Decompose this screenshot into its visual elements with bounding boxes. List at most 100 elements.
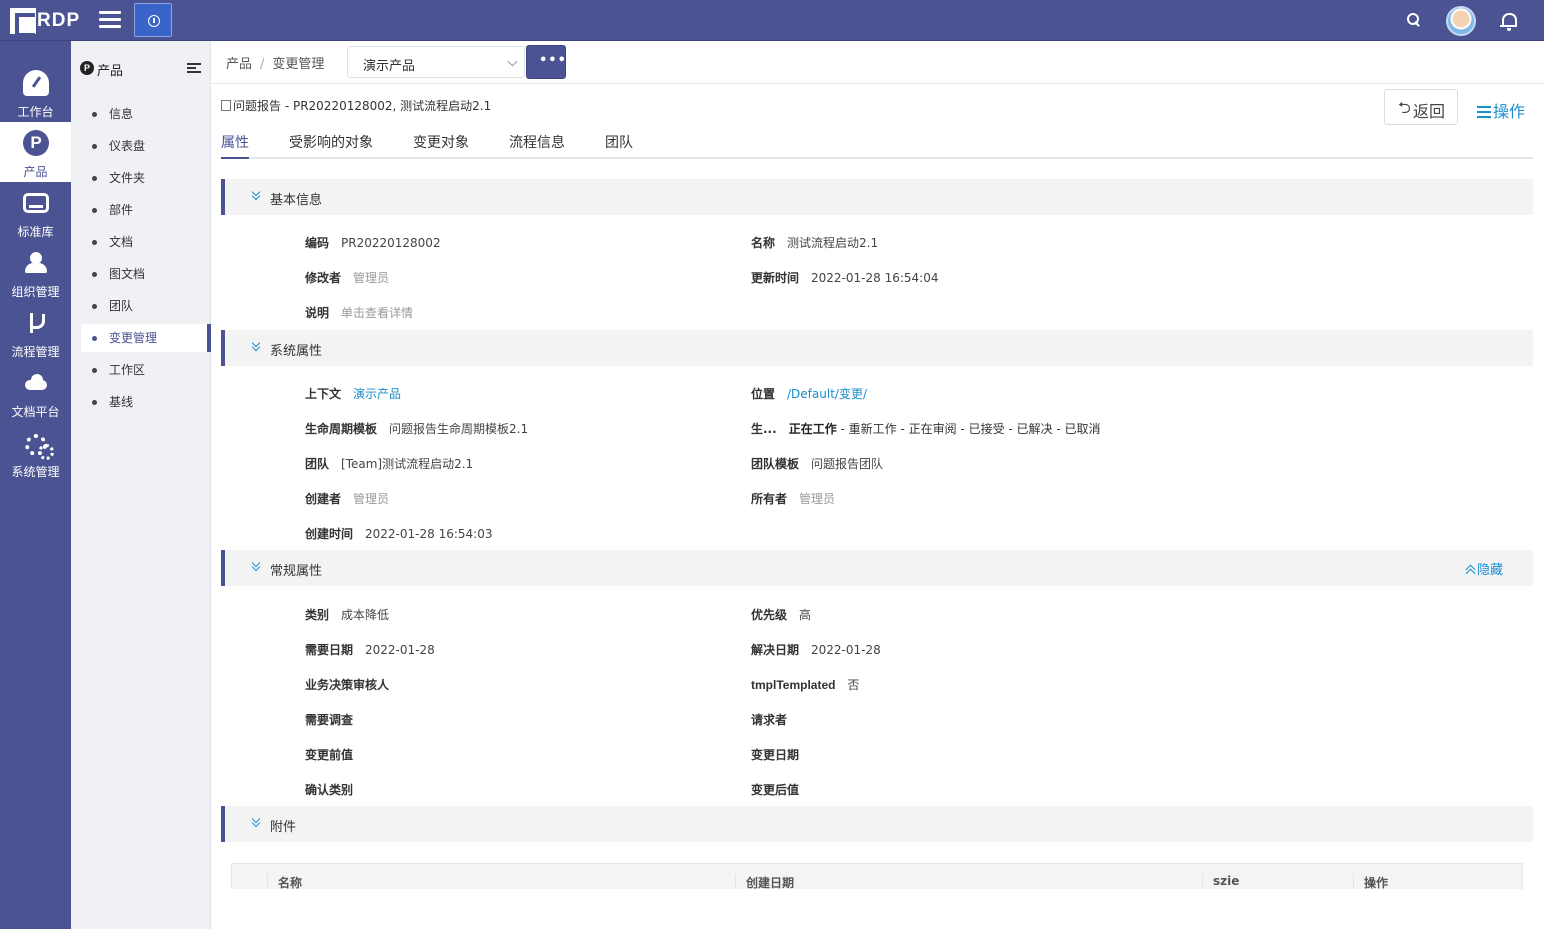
section-basic-info[interactable]: 基本信息: [221, 179, 1533, 215]
field-label: 所有者: [751, 492, 788, 506]
field-value: 否: [847, 678, 860, 692]
field-label: 创建者: [305, 492, 342, 506]
tab-affected-objects[interactable]: 受影响的对象: [289, 132, 373, 159]
field-value: 问题报告团队: [811, 457, 884, 471]
context-link[interactable]: 演示产品: [353, 387, 401, 401]
branch-icon: [23, 310, 49, 336]
field-need-survey: 需要调查: [305, 711, 365, 728]
field-modifier: 修改者 管理员: [305, 269, 389, 286]
breadcrumb-root[interactable]: 产品: [226, 57, 252, 72]
field-value: 2022-01-28: [365, 643, 435, 657]
rail-item-system-management[interactable]: 系统管理: [0, 422, 71, 482]
field-value: PR20220128002: [341, 236, 441, 250]
info-icon: [148, 15, 160, 27]
tab-attributes[interactable]: 属性: [221, 132, 249, 159]
field-label: 请求者: [751, 713, 788, 727]
back-button[interactable]: ⮌ 返回: [1384, 89, 1458, 125]
field-value: 成本降低: [341, 608, 390, 622]
sidebar-title: 产品: [97, 64, 124, 79]
rail-item-product[interactable]: P 产品: [0, 122, 71, 182]
field-after-value: 变更后值: [751, 781, 811, 798]
context-select[interactable]: 演示产品: [347, 46, 525, 78]
back-arrow-icon: ⮌: [1398, 98, 1411, 117]
app-logo[interactable]: RDP: [10, 7, 81, 37]
sidebar-item-folder[interactable]: 文件夹: [81, 164, 211, 192]
context-select-value: 演示产品: [363, 59, 416, 74]
field-before-value: 变更前值: [305, 746, 365, 763]
sidebar-item-parts[interactable]: 部件: [81, 196, 211, 224]
field-value: 2022-01-28 16:54:03: [365, 527, 493, 541]
field-label: tmplTemplated: [751, 678, 836, 692]
hide-button[interactable]: 隐藏: [1465, 559, 1503, 578]
field-category: 类别 成本降低: [305, 606, 389, 623]
collapse-sidebar-icon[interactable]: [187, 63, 201, 74]
field-owner: 所有者 管理员: [751, 490, 835, 507]
sidebar-item-baseline[interactable]: 基线: [81, 388, 211, 416]
field-code: 编码 PR20220128002: [305, 234, 441, 251]
notification-bell-icon[interactable]: [1500, 11, 1518, 31]
field-value: 问题报告生命周期模板2.1: [389, 422, 529, 436]
logo-text: RDP: [37, 10, 81, 31]
rail-label: 系统管理: [11, 465, 60, 479]
search-icon[interactable]: [1407, 13, 1421, 27]
field-description: 说明 单击查看详情: [305, 304, 413, 321]
section-system-attributes[interactable]: 系统属性: [221, 330, 1533, 366]
sidebar-item-drawings[interactable]: 图文档: [81, 260, 211, 288]
main-content: 产品 / 变更管理 演示产品 ••• 问题报告 - PR20220128002, 测…: [211, 41, 1544, 929]
product-p-icon: P: [23, 130, 49, 156]
tab-process-info[interactable]: 流程信息: [509, 132, 565, 159]
field-created-time: 创建时间 2022-01-28 16:54:03: [305, 525, 492, 542]
field-label: 需要日期: [305, 643, 354, 657]
more-options-button[interactable]: •••: [526, 45, 566, 79]
field-need-date: 需要日期 2022-01-28: [305, 641, 435, 658]
sidebar-item-team[interactable]: 团队: [81, 292, 211, 320]
user-avatar[interactable]: [1446, 6, 1476, 36]
main-nav-rail: 工作台 P 产品 标准库 组织管理 流程管理 文档平台 系统管理: [0, 41, 71, 929]
chevron-double-down-icon: [250, 560, 262, 572]
chevron-double-up-icon: [1465, 564, 1477, 576]
sidebar-item-workspace[interactable]: 工作区: [81, 356, 211, 384]
tab-team[interactable]: 团队: [605, 132, 633, 159]
tab-change-objects[interactable]: 变更对象: [413, 132, 469, 159]
section-general-attributes[interactable]: 常规属性 隐藏: [221, 550, 1533, 586]
column-header-name[interactable]: 名称: [267, 874, 302, 889]
field-label: 团队: [305, 457, 330, 471]
rail-label: 组织管理: [11, 285, 60, 299]
info-button[interactable]: [134, 3, 172, 37]
object-title: 问题报告 - PR20220128002, 测试流程启动2.1: [221, 97, 491, 114]
field-label: 团队模板: [751, 457, 800, 471]
document-icon: [221, 100, 231, 111]
sidebar-item-change-management[interactable]: 变更管理: [81, 324, 211, 352]
operations-button[interactable]: 操作: [1477, 98, 1525, 122]
column-header-created-date[interactable]: 创建日期: [735, 874, 794, 889]
ellipsis-icon: •••: [539, 53, 567, 68]
field-label: 生...: [751, 422, 777, 436]
column-header-actions[interactable]: 操作: [1353, 874, 1388, 889]
object-title-text: 问题报告 - PR20220128002, 测试流程启动2.1: [233, 99, 492, 113]
section-attachments[interactable]: 附件: [221, 806, 1533, 842]
field-label: 优先级: [751, 608, 788, 622]
rail-item-workbench[interactable]: 工作台: [0, 62, 71, 122]
rail-item-org-management[interactable]: 组织管理: [0, 242, 71, 302]
sidebar-item-dashboard[interactable]: 仪表盘: [81, 132, 211, 160]
field-value: 高: [799, 608, 812, 622]
description-detail-link[interactable]: 单击查看详情: [341, 306, 413, 320]
field-value: 2022-01-28 16:54:04: [811, 271, 939, 285]
rail-item-doc-platform[interactable]: 文档平台: [0, 362, 71, 422]
hide-label: 隐藏: [1476, 563, 1503, 578]
product-badge-icon: P: [80, 61, 94, 75]
rail-label: 流程管理: [11, 345, 60, 359]
rail-item-process-management[interactable]: 流程管理: [0, 302, 71, 362]
operations-label: 操作: [1493, 102, 1526, 121]
sidebar-item-info[interactable]: 信息: [81, 100, 211, 128]
field-value: 管理员: [353, 271, 390, 285]
field-context: 上下文 演示产品: [305, 385, 401, 402]
column-header-size[interactable]: szie: [1202, 874, 1239, 889]
rail-label: 工作台: [17, 105, 54, 119]
sidebar-item-documents[interactable]: 文档: [81, 228, 211, 256]
breadcrumb: 产品 / 变更管理: [226, 53, 324, 72]
field-label: 说明: [305, 306, 330, 320]
location-link[interactable]: /Default/变更/: [787, 387, 867, 401]
menu-toggle-icon[interactable]: [99, 11, 121, 29]
rail-item-standard-library[interactable]: 标准库: [0, 182, 71, 242]
